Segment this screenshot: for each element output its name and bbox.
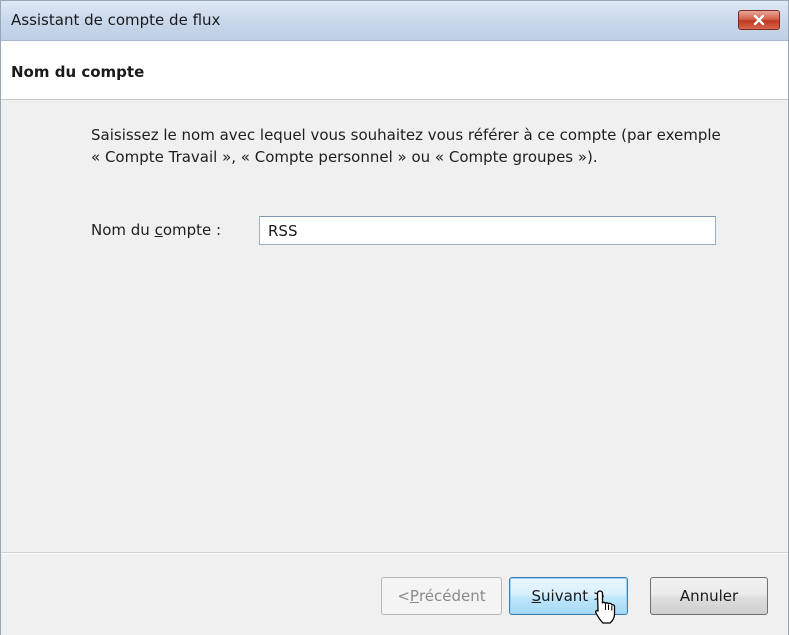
title-bar[interactable]: Assistant de compte de flux (1, 1, 788, 41)
account-name-label-part: ompte : (162, 221, 222, 239)
wizard-content: Saisissez le nom avec lequel vous souhai… (1, 100, 788, 552)
instructions-text: Saisissez le nom avec lequel vous souhai… (91, 126, 721, 166)
window-title: Assistant de compte de flux (11, 11, 221, 29)
close-icon (753, 14, 765, 26)
next-label-part: uivant > (541, 587, 606, 605)
cancel-button[interactable]: Annuler (650, 577, 768, 615)
page-title: Nom du compte (11, 63, 145, 81)
footer-separator (1, 552, 788, 554)
account-name-label-part: Nom du (91, 221, 155, 239)
next-button[interactable]: Suivant > (509, 577, 628, 615)
previous-label-part: récédent (418, 587, 486, 605)
previous-label-part: < (397, 587, 410, 605)
wizard-window: Assistant de compte de flux Nom du compt… (0, 0, 789, 635)
account-name-label: Nom du compte : (91, 221, 221, 239)
wizard-header: Nom du compte (1, 41, 788, 100)
previous-button[interactable]: < Précédent (381, 577, 502, 615)
next-label-mnemonic: S (531, 587, 542, 605)
account-name-input[interactable] (259, 216, 716, 245)
account-name-label-mnemonic: c (154, 221, 163, 239)
previous-label-mnemonic: P (409, 587, 419, 605)
close-button[interactable] (738, 10, 780, 30)
